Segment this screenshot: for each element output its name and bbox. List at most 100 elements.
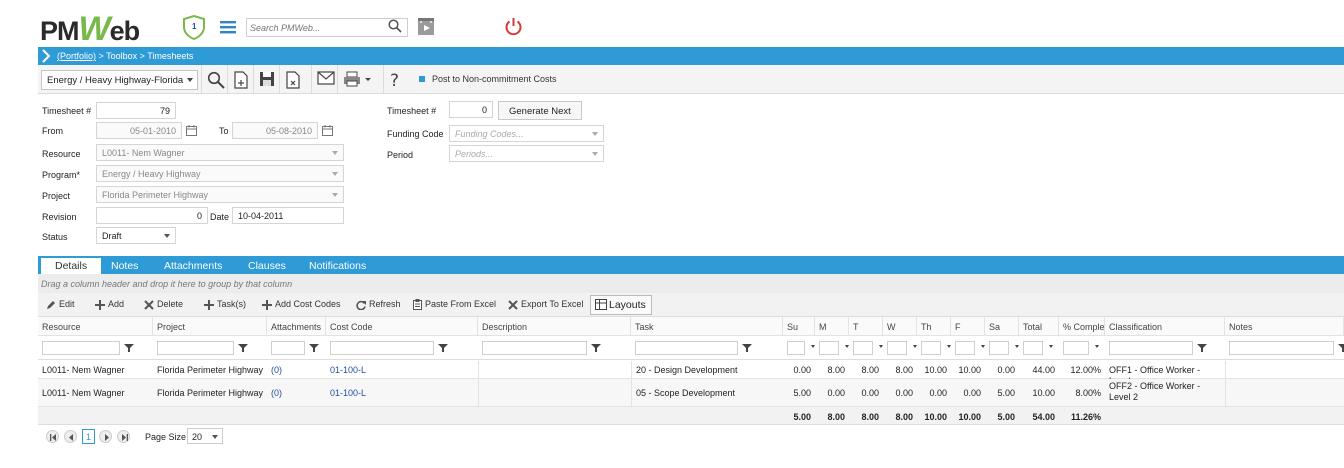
timesheet-number-input[interactable]: 79 xyxy=(96,102,176,119)
program-select[interactable]: Energy / Heavy Highway xyxy=(96,165,344,182)
column-header-f[interactable]: F xyxy=(951,317,985,336)
next-page-button[interactable] xyxy=(99,430,112,443)
funding-code-select[interactable]: Funding Codes... xyxy=(449,125,604,142)
last-page-button[interactable] xyxy=(117,430,130,443)
export-to-excel-button[interactable]: Export To Excel xyxy=(508,299,583,310)
calendar-icon[interactable] xyxy=(322,125,333,136)
add-button[interactable]: Add xyxy=(95,299,124,310)
search-icon[interactable] xyxy=(201,65,227,94)
add-cost-codes-button[interactable]: Add Cost Codes xyxy=(262,299,341,310)
filter-icon[interactable] xyxy=(438,343,448,353)
filter-icon[interactable] xyxy=(238,343,248,353)
column-header-description[interactable]: Description xyxy=(478,317,631,336)
filter-input-f[interactable] xyxy=(955,341,975,355)
column-header-m[interactable]: M xyxy=(815,317,849,336)
shield-icon[interactable]: 1 xyxy=(182,14,206,41)
column-header-attachments[interactable]: Attachments xyxy=(267,317,326,336)
calendar-icon[interactable] xyxy=(186,125,197,136)
filter-input-su[interactable] xyxy=(787,341,805,355)
column-header-cost_code[interactable]: Cost Code xyxy=(326,317,478,336)
filter-icon[interactable] xyxy=(1338,343,1344,353)
search-input[interactable] xyxy=(247,19,383,36)
filter-icon[interactable] xyxy=(124,343,134,353)
from-date-input[interactable]: 05-01-2010 xyxy=(96,122,197,139)
column-header-project[interactable]: Project xyxy=(153,317,267,336)
column-header-pct[interactable]: % Complet xyxy=(1059,317,1105,336)
first-page-button[interactable] xyxy=(46,430,59,443)
filter-input-classification[interactable] xyxy=(1109,341,1193,355)
project-select[interactable]: Energy / Heavy Highway-Florida xyxy=(41,70,198,90)
column-header-notes[interactable]: Notes xyxy=(1225,317,1344,336)
filter-input-resource[interactable] xyxy=(42,341,120,355)
generate-next-button[interactable]: Generate Next xyxy=(498,101,582,120)
delete-document-icon[interactable] xyxy=(279,65,305,94)
filter-input-m[interactable] xyxy=(819,341,839,355)
timesheet2-input[interactable]: 0 xyxy=(449,101,493,118)
delete-button[interactable]: Delete xyxy=(144,299,183,310)
new-document-icon[interactable] xyxy=(227,65,253,94)
date-input[interactable]: 10-04-2011 xyxy=(232,207,344,224)
column-header-task[interactable]: Task xyxy=(631,317,783,336)
email-icon[interactable] xyxy=(311,65,337,94)
column-header-resource[interactable]: Resource xyxy=(38,317,153,336)
page-size-select[interactable]: 20 xyxy=(187,428,223,444)
tasks-button[interactable]: Task(s) xyxy=(204,299,246,310)
cell-attachments[interactable]: (0) xyxy=(267,379,326,407)
previous-page-button[interactable] xyxy=(64,430,77,443)
filter-input-w[interactable] xyxy=(887,341,907,355)
search-icon[interactable] xyxy=(388,19,402,33)
filter-input-description[interactable] xyxy=(482,341,587,355)
cell-cost_code[interactable]: 01-100-L xyxy=(326,379,478,407)
print-icon[interactable] xyxy=(337,65,371,94)
filter-input-sa[interactable] xyxy=(989,341,1009,355)
paste-from-excel-button[interactable]: Paste From Excel xyxy=(413,299,496,311)
menu-icon[interactable] xyxy=(220,21,236,34)
filter-icon[interactable] xyxy=(309,343,319,353)
table-row[interactable]: L0011- Nem Wagner Florida Perimeter Highw… xyxy=(38,379,1344,407)
save-icon[interactable] xyxy=(253,65,279,94)
chevron-right-icon[interactable] xyxy=(41,49,51,63)
current-page[interactable]: 1 xyxy=(82,429,95,444)
tab-notes[interactable]: Notes xyxy=(111,259,138,274)
filter-icon[interactable] xyxy=(1047,343,1057,353)
filter-icon[interactable] xyxy=(742,343,752,353)
filter-input-notes[interactable] xyxy=(1229,341,1334,355)
column-header-th[interactable]: Th xyxy=(917,317,951,336)
column-header-w[interactable]: W xyxy=(883,317,917,336)
filter-icon[interactable] xyxy=(591,343,601,353)
filter-input-total[interactable] xyxy=(1023,341,1043,355)
power-icon[interactable] xyxy=(504,17,523,36)
refresh-button[interactable]: Refresh xyxy=(356,299,401,310)
filter-input-th[interactable] xyxy=(921,341,941,355)
status-select[interactable]: Draft xyxy=(96,227,176,244)
breadcrumb-portfolio-link[interactable]: (Portfolio) xyxy=(57,51,96,61)
column-header-classification[interactable]: Classification xyxy=(1105,317,1225,336)
filter-icon[interactable] xyxy=(1197,343,1207,353)
tab-notifications[interactable]: Notifications xyxy=(309,259,366,274)
filter-input-task[interactable] xyxy=(635,341,738,355)
group-by-hint[interactable]: Drag a column header and drop it here to… xyxy=(38,274,1344,293)
column-header-su[interactable]: Su xyxy=(783,317,815,336)
revision-input[interactable]: 0 xyxy=(96,207,208,224)
edit-button[interactable]: Edit xyxy=(46,299,75,310)
post-checkbox[interactable] xyxy=(419,76,425,82)
video-icon[interactable] xyxy=(417,17,435,36)
filter-input-project[interactable] xyxy=(157,341,234,355)
help-icon[interactable]: ? xyxy=(383,65,409,94)
column-header-total[interactable]: Total xyxy=(1019,317,1059,336)
project-select[interactable]: Florida Perimeter Highway xyxy=(96,186,344,203)
filter-icon[interactable] xyxy=(1093,343,1103,353)
tab-attachments[interactable]: Attachments xyxy=(164,259,222,274)
column-header-sa[interactable]: Sa xyxy=(985,317,1019,336)
filter-input-attachments[interactable] xyxy=(271,341,305,355)
filter-input-pct[interactable] xyxy=(1063,341,1089,355)
to-date-input[interactable]: 05-08-2010 xyxy=(232,122,333,139)
period-select[interactable]: Periods... xyxy=(449,145,604,162)
table-row[interactable]: L0011- Nem Wagner Florida Perimeter Highw… xyxy=(38,361,1344,379)
column-header-t[interactable]: T xyxy=(849,317,883,336)
layouts-button[interactable]: Layouts xyxy=(590,295,652,315)
tab-details[interactable]: Details xyxy=(41,258,102,274)
filter-input-t[interactable] xyxy=(853,341,873,355)
resource-select[interactable]: L0011- Nem Wagner xyxy=(96,144,344,161)
filter-input-cost_code[interactable] xyxy=(330,341,434,355)
